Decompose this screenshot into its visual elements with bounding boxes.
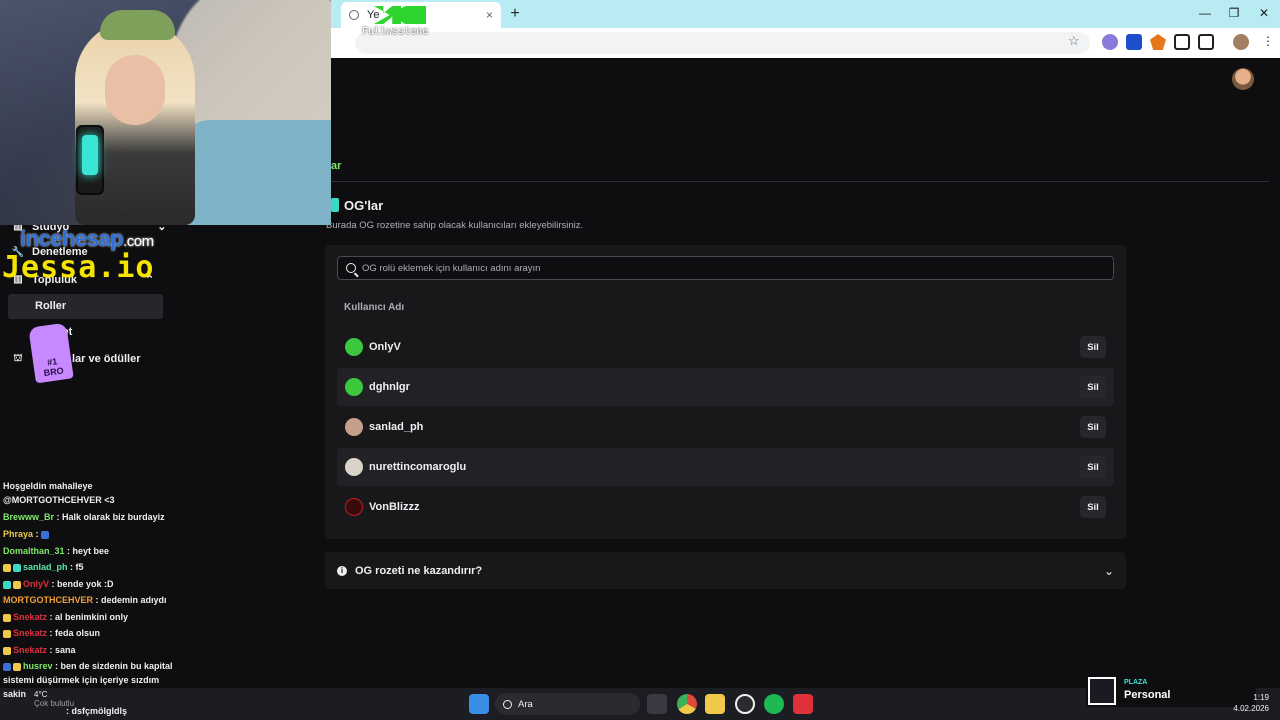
chat-message: Snekatz : feda olsun xyxy=(3,627,323,639)
user-name: OnlyV xyxy=(369,341,401,353)
delete-button[interactable]: Sil xyxy=(1080,376,1106,398)
chat-message: sanlad_ph : f5 xyxy=(3,561,323,573)
webcam-overlay xyxy=(0,0,331,225)
badge-icon xyxy=(3,629,11,638)
avatar xyxy=(345,498,363,516)
user-name: VonBlizzz xyxy=(369,501,420,513)
menu-icon[interactable]: ⋮ xyxy=(1262,34,1274,48)
og-badge-faq[interactable]: i OG rozeti ne kazandırır? ⌄ xyxy=(325,552,1126,589)
star-icon[interactable]: ☆ xyxy=(1068,33,1080,49)
user-row: OnlyV Sil xyxy=(337,328,1114,366)
delete-button[interactable]: Sil xyxy=(1080,336,1106,358)
chat-message: Domalthan_31 : heyt bee xyxy=(3,546,110,556)
column-header-username: Kullanıcı Adı xyxy=(344,302,405,313)
profile-avatar[interactable] xyxy=(1233,34,1249,50)
chat-message: MORTGOTHCEHVER : dedemin adıydı xyxy=(3,595,167,605)
chat-message: @MORTGOTHCEHVER <3 xyxy=(3,495,115,505)
taskbar-search[interactable]: Ara xyxy=(495,693,640,715)
task-view-icon[interactable] xyxy=(647,694,667,714)
search-icon xyxy=(503,699,512,709)
app-icon[interactable] xyxy=(793,694,813,714)
spotify-icon[interactable] xyxy=(764,694,784,714)
page-subtitle: Burada OG rozetine sahip olacak kullanıc… xyxy=(326,220,584,231)
badge-icon xyxy=(3,563,11,572)
delete-button[interactable]: Sil xyxy=(1080,416,1106,438)
badge-icon xyxy=(3,646,11,655)
chrome-icon[interactable] xyxy=(677,694,697,714)
search-field[interactable] xyxy=(337,256,1114,280)
sponsor-logo: Jessa.io xyxy=(2,250,155,285)
tab-divider xyxy=(331,181,1269,182)
chat-message: sakin xyxy=(3,689,27,699)
chat-message: : dsfçmölgldlş xyxy=(66,706,128,716)
app-icon[interactable] xyxy=(735,694,755,714)
badge-icon xyxy=(13,662,21,671)
user-row: dghnlgr Sil xyxy=(337,368,1114,406)
user-row: nurettincomaroglu Sil xyxy=(337,448,1114,486)
sidebar-item-roles[interactable]: Roller xyxy=(35,300,66,312)
nav-active-highlight xyxy=(8,294,163,319)
foam-finger-sticker: #1 BRO xyxy=(28,322,74,384)
user-name: dghnlgr xyxy=(369,381,410,393)
chat-message: Hoşgeldin mahalleye xyxy=(3,481,93,491)
folder-icon[interactable] xyxy=(705,694,725,714)
tab-favicon-icon xyxy=(349,10,359,20)
chat-message: Snekatz : al benimkini only xyxy=(3,611,323,623)
avatar xyxy=(345,378,363,396)
og-badge-icon xyxy=(331,198,339,212)
badge-icon xyxy=(13,580,21,589)
sponsor-logo: incehesap.com xyxy=(20,226,154,251)
delete-button[interactable]: Sil xyxy=(1080,496,1106,518)
address-bar[interactable] xyxy=(355,32,1090,54)
avatar xyxy=(345,418,363,436)
delete-button[interactable]: Sil xyxy=(1080,456,1106,478)
chat-message: Snekatz : sana xyxy=(3,644,323,656)
avatar xyxy=(345,458,363,476)
extension-icon[interactable] xyxy=(1102,34,1118,50)
extension-icon[interactable] xyxy=(1174,34,1190,50)
tab-close-icon[interactable]: × xyxy=(486,8,493,22)
chevron-down-icon[interactable]: ⌄ xyxy=(1104,564,1114,578)
puzzle-icon[interactable] xyxy=(1198,34,1214,50)
badge-icon xyxy=(3,580,11,589)
maximize-button[interactable]: ❐ xyxy=(1224,4,1244,22)
user-name: nurettincomaroglu xyxy=(369,461,467,473)
page-title: OG'lar xyxy=(344,198,384,213)
user-name: sanlad_ph xyxy=(369,421,424,433)
start-icon[interactable] xyxy=(469,694,489,714)
stream-logo: Fullwsstene xyxy=(362,4,432,40)
user-row: VonBlizzz Sil xyxy=(337,488,1114,526)
system-clock[interactable]: 1:19 4.02.2026 xyxy=(1233,692,1269,714)
rewards-icon: ⛫ xyxy=(13,352,23,364)
user-avatar[interactable] xyxy=(1232,68,1254,90)
chat-message: husrev : ben de sizdenin bu kapital xyxy=(3,660,323,672)
badge-icon xyxy=(13,563,21,572)
tab-og[interactable]: ar xyxy=(331,160,341,172)
badge-icon xyxy=(3,662,11,671)
chat-message: OnlyV : bende yok :D xyxy=(3,578,323,590)
chat-message: sistemi düşürmek için içeriye sızdım xyxy=(3,675,160,685)
info-icon: i xyxy=(337,565,347,576)
chat-message: Brewww_Br : Halk olarak biz burdayiz xyxy=(3,512,165,522)
search-input[interactable] xyxy=(362,262,1105,274)
spotify-widget[interactable]: PLAZA Personal xyxy=(1086,675,1256,707)
badge-icon xyxy=(3,613,11,622)
avatar xyxy=(345,338,363,356)
chat-message: Phraya : xyxy=(3,528,323,540)
user-row: sanlad_ph Sil xyxy=(337,408,1114,446)
new-tab-button[interactable]: + xyxy=(505,4,525,24)
faq-label: OG rozeti ne kazandırır? xyxy=(355,564,483,577)
search-icon xyxy=(346,263,356,273)
close-window-button[interactable]: ✕ xyxy=(1254,4,1274,22)
minimize-button[interactable]: — xyxy=(1195,4,1215,22)
emote-icon xyxy=(41,530,50,539)
extension-icon[interactable] xyxy=(1126,34,1142,50)
